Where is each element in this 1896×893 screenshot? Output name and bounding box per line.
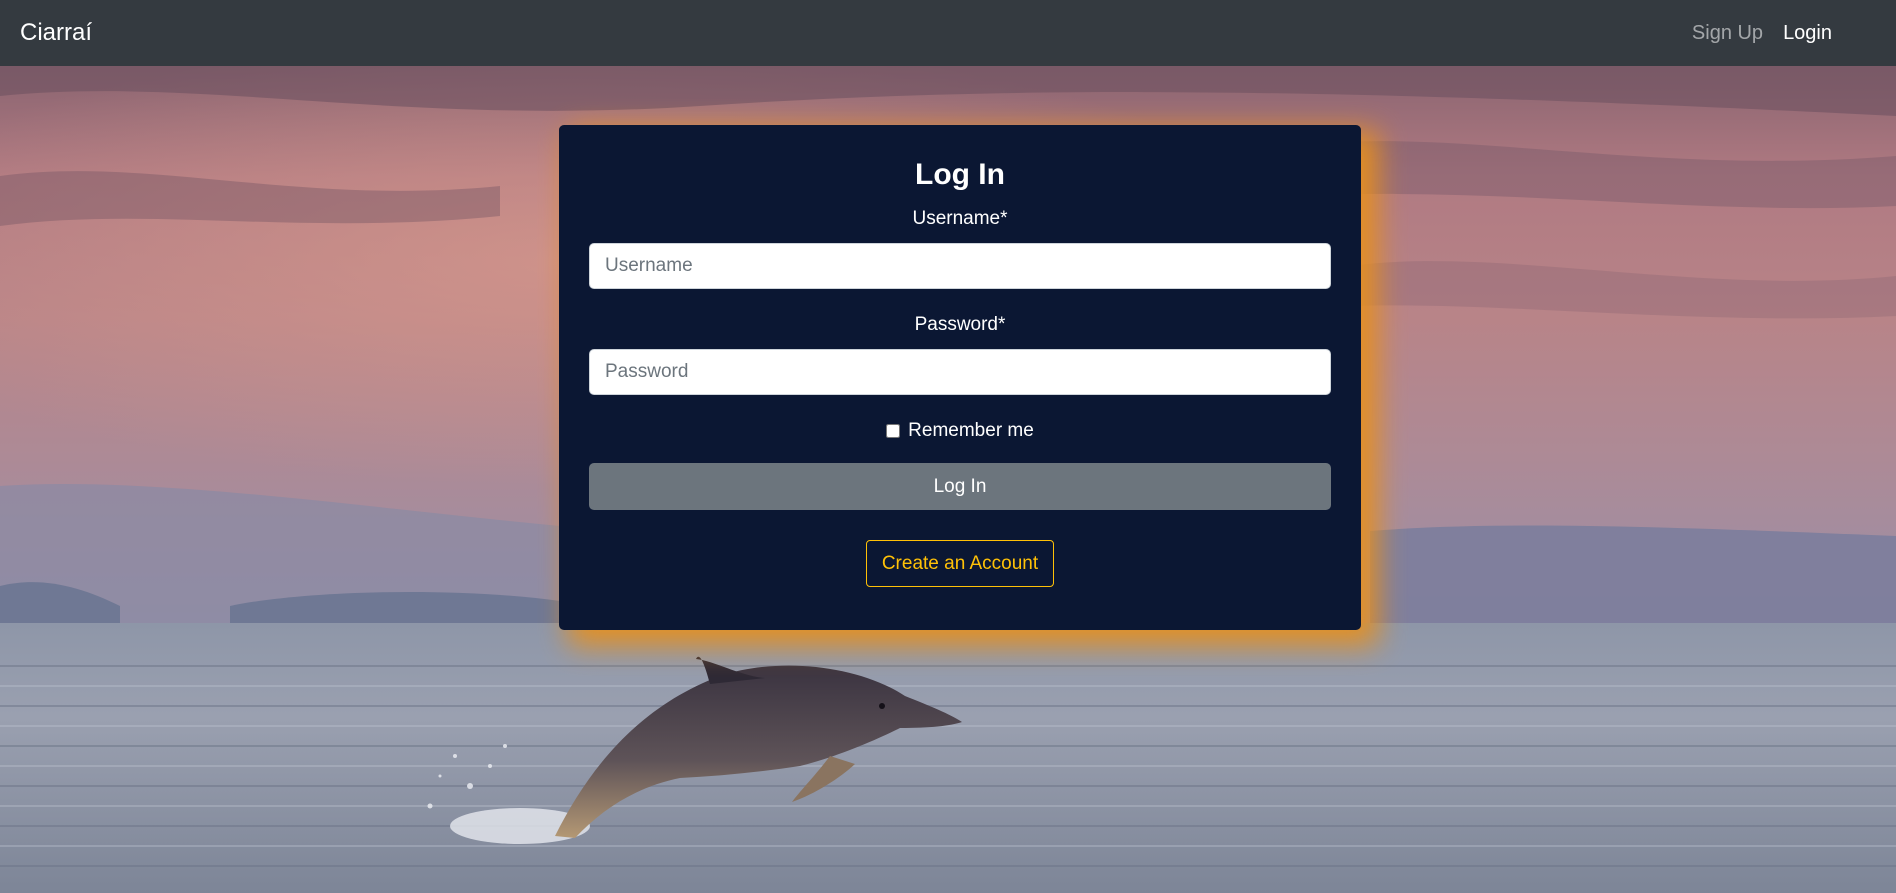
username-input[interactable] <box>589 243 1331 289</box>
page: Ciarraí Sign Up Login Log In Username* U… <box>0 0 1896 893</box>
password-input[interactable] <box>589 349 1331 395</box>
nav-login-link[interactable]: Login <box>1783 22 1832 45</box>
remember-me-label: Remember me <box>908 420 1034 441</box>
create-account-button[interactable]: Create an Account <box>865 540 1055 587</box>
login-card: Log In Username* Password* Remember me L… <box>559 125 1361 630</box>
page-title: Log In <box>915 158 1005 191</box>
nav-links: Sign Up Login <box>1692 22 1832 45</box>
username-label: Username* <box>912 208 1008 229</box>
remember-row: Remember me <box>589 419 1331 443</box>
login-submit-button[interactable]: Log In <box>589 463 1331 510</box>
top-navbar: Ciarraí Sign Up Login <box>0 0 1896 66</box>
nav-signup-link[interactable]: Sign Up <box>1692 22 1763 45</box>
password-label: Password* <box>914 314 1006 335</box>
remember-me-checkbox[interactable] <box>886 424 901 438</box>
brand-logo-link[interactable]: Ciarraí <box>20 19 92 47</box>
